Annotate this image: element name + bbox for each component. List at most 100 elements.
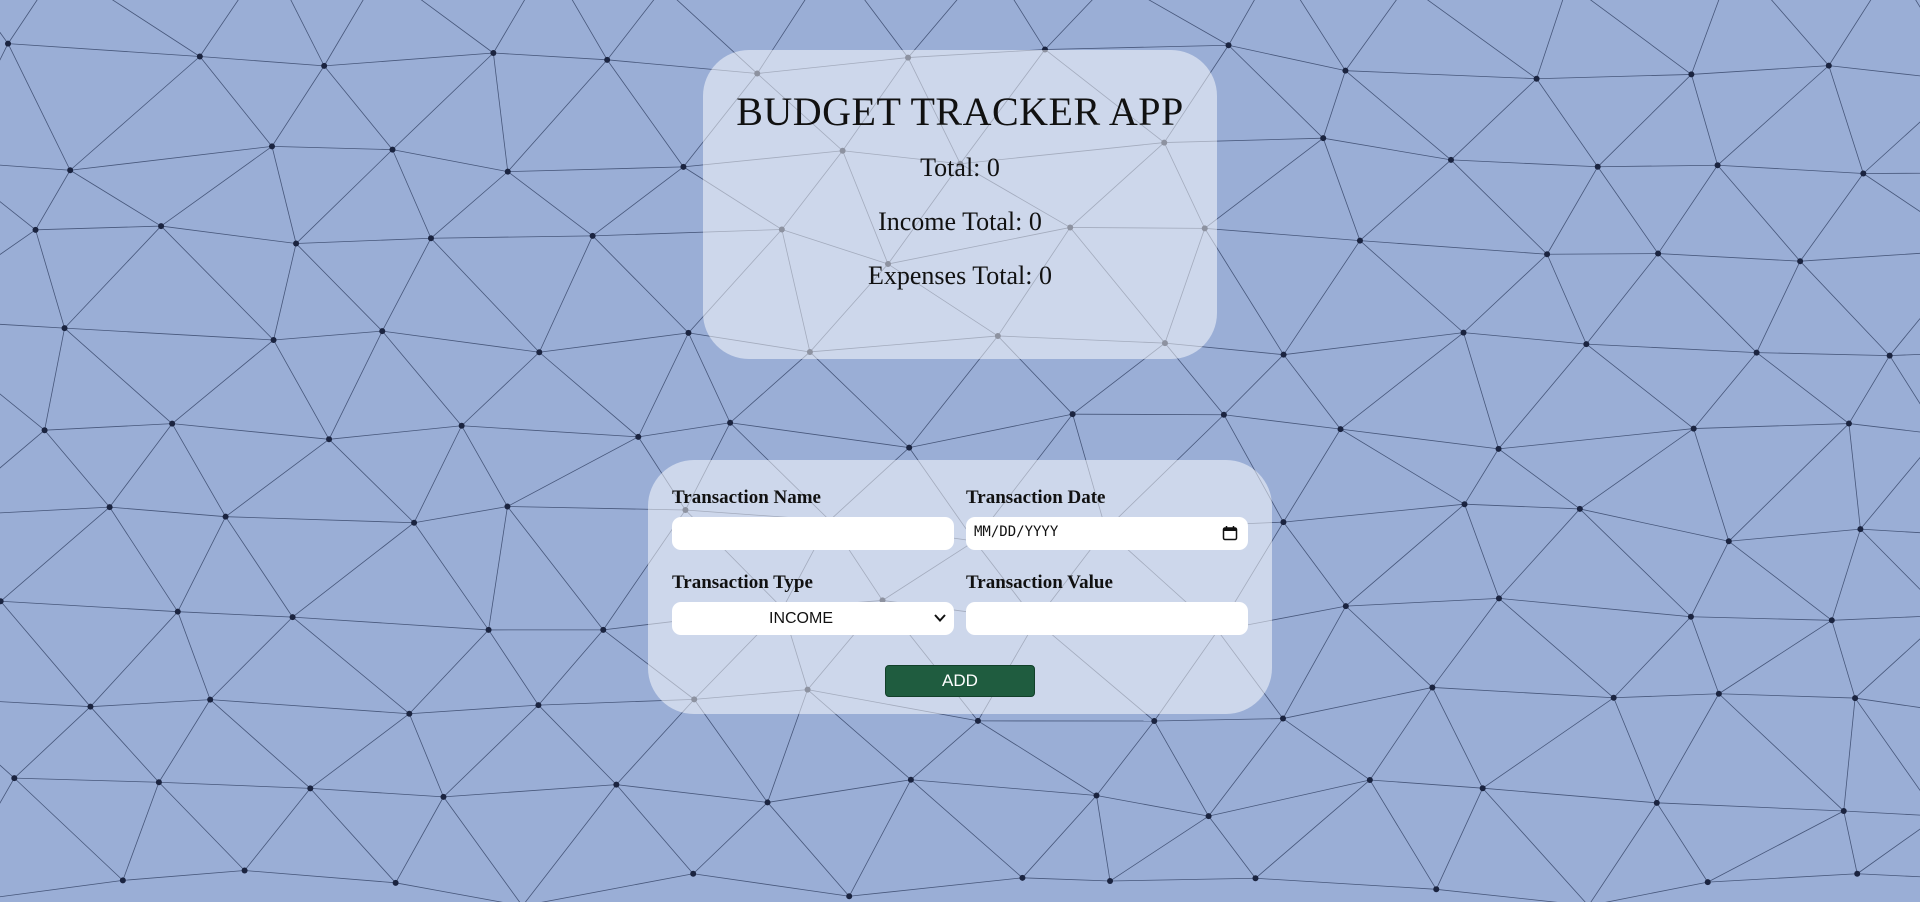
- transaction-value-input[interactable]: [966, 602, 1248, 635]
- network-line: [1450, 159, 1598, 168]
- network-line: [538, 629, 604, 706]
- network-node: [1828, 617, 1835, 624]
- transaction-date-input[interactable]: MM/DD/YYYY: [966, 517, 1248, 550]
- network-line: [637, 332, 689, 438]
- network-line: [493, 52, 608, 61]
- network-line: [1299, 0, 1346, 71]
- transaction-form: Transaction Name Transaction Date MM/DD/…: [648, 460, 1272, 714]
- network-line: [1843, 698, 1856, 812]
- network-line: [1109, 815, 1209, 882]
- network-node: [1845, 420, 1852, 427]
- network-line: [1828, 65, 1920, 77]
- network-line: [44, 429, 110, 508]
- network-node: [1544, 251, 1551, 258]
- network-node: [268, 143, 275, 150]
- network-node: [1220, 411, 1227, 418]
- network-line: [381, 330, 462, 427]
- network-node: [1886, 352, 1893, 359]
- network-node: [406, 710, 413, 717]
- network-line: [1450, 78, 1537, 161]
- network-node: [293, 240, 300, 247]
- network-line: [1831, 529, 1861, 621]
- network-line: [1831, 616, 1920, 621]
- network-line: [809, 351, 910, 448]
- network-line: [109, 423, 173, 508]
- network-line: [158, 781, 245, 871]
- network-node: [1447, 156, 1454, 163]
- network-line: [1690, 74, 1718, 166]
- network-line: [324, 52, 494, 67]
- network-line: [395, 796, 444, 884]
- network-node: [67, 167, 74, 174]
- network-line: [0, 506, 110, 602]
- network-line: [1323, 137, 1452, 161]
- network-line: [0, 600, 178, 613]
- network-line: [1728, 540, 1833, 621]
- network-line: [488, 629, 539, 706]
- network-line: [1854, 697, 1920, 791]
- network-line: [64, 327, 274, 341]
- add-button[interactable]: ADD: [885, 665, 1035, 697]
- network-line: [1463, 332, 1499, 449]
- network-node: [1594, 163, 1601, 170]
- network-node: [241, 867, 248, 874]
- network-line: [1464, 504, 1500, 599]
- transaction-name-input[interactable]: [672, 517, 954, 550]
- network-line: [1656, 802, 1844, 812]
- network-node: [504, 168, 511, 175]
- network-line: [1463, 332, 1587, 345]
- network-line: [409, 704, 539, 715]
- network-line: [1657, 253, 1757, 353]
- network-line: [907, 0, 958, 58]
- network-node: [1356, 237, 1363, 244]
- network-line: [0, 229, 36, 255]
- transaction-type-select[interactable]: INCOME: [672, 602, 954, 635]
- network-line: [1690, 616, 1832, 621]
- network-line: [1536, 0, 1564, 79]
- network-line: [0, 393, 45, 431]
- network-line: [381, 238, 432, 332]
- network-line: [1340, 428, 1499, 450]
- network-node: [1854, 870, 1861, 877]
- network-line: [35, 170, 71, 231]
- network-line: [1718, 619, 1833, 695]
- network-line: [1153, 720, 1209, 817]
- network-line: [909, 413, 1073, 449]
- network-line: [1828, 0, 1872, 66]
- network-line: [461, 351, 540, 427]
- network-node: [907, 776, 914, 783]
- network-line: [1369, 687, 1433, 781]
- total-text: Total: 0: [920, 153, 1000, 182]
- network-node: [61, 325, 68, 332]
- network-line: [524, 784, 617, 902]
- network-line: [1656, 802, 1709, 883]
- network-line: [1590, 0, 1692, 75]
- network-node: [1610, 694, 1617, 701]
- network-line: [1498, 343, 1587, 450]
- network-line: [1658, 253, 1801, 262]
- network-line: [1843, 810, 1858, 874]
- network-line: [271, 65, 325, 147]
- network-node: [1852, 695, 1859, 702]
- network-line: [244, 788, 311, 871]
- network-line: [1096, 720, 1155, 796]
- network-node: [1860, 170, 1867, 177]
- network-line: [1345, 0, 1397, 71]
- network-line: [292, 522, 415, 618]
- network-line: [244, 870, 396, 884]
- network-line: [1843, 810, 1920, 816]
- network-line: [1345, 70, 1452, 161]
- network-line: [1110, 877, 1256, 882]
- network-line: [1283, 240, 1361, 355]
- network-line: [1228, 0, 1255, 46]
- network-line: [0, 879, 123, 898]
- network-node: [87, 703, 94, 710]
- network-node: [1107, 878, 1114, 885]
- calendar-icon[interactable]: [1222, 525, 1238, 541]
- network-line: [767, 779, 911, 803]
- network-line: [910, 779, 1097, 796]
- network-line: [1586, 343, 1694, 429]
- network-line: [1223, 354, 1284, 416]
- network-node: [1205, 813, 1212, 820]
- network-line: [158, 699, 211, 783]
